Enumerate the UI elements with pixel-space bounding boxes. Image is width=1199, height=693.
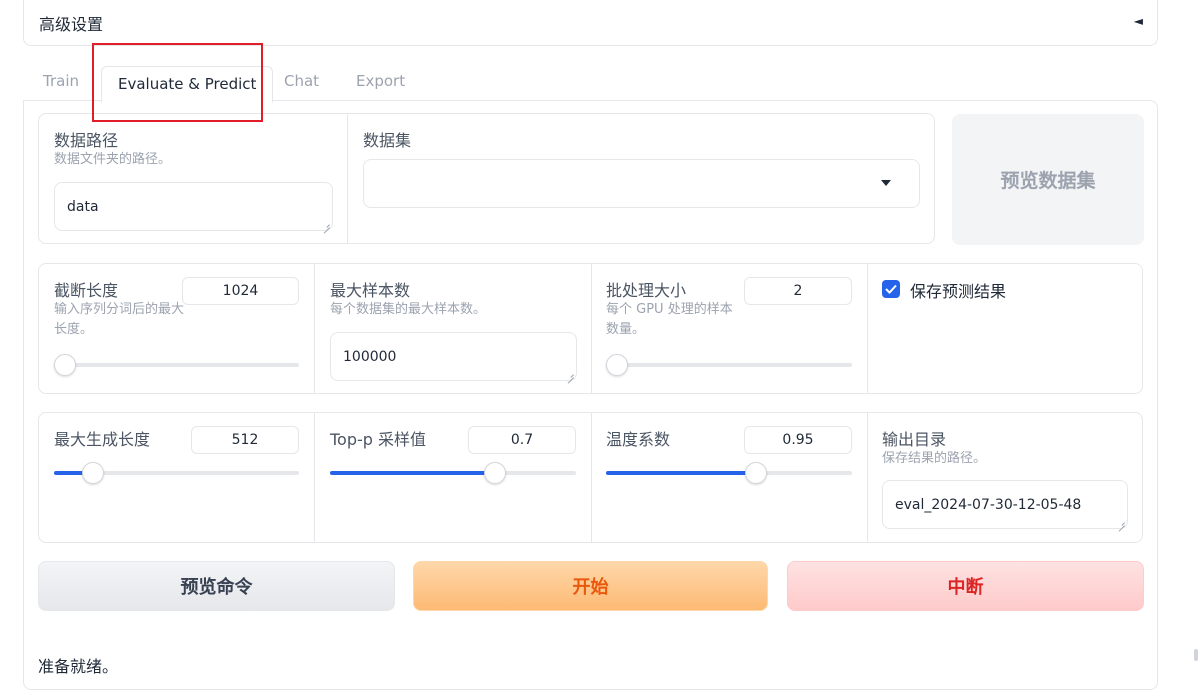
status-text: 准备就绪。 — [38, 657, 119, 676]
top-p-cell: Top-p 采样值 0.7 — [315, 413, 592, 542]
data-path-input[interactable]: data — [54, 182, 333, 231]
cutoff-info: 输入序列分词后的最大长度。 — [54, 302, 185, 337]
tab-train[interactable]: Train — [43, 72, 79, 90]
temperature-cell: 温度系数 0.95 — [592, 413, 868, 542]
tab-bar: Train Evaluate & Predict Chat Export — [23, 62, 1158, 103]
data-path-value: data — [67, 198, 99, 215]
output-dir-info: 保存结果的路径。 — [882, 451, 987, 466]
cutoff-label: 截断长度 — [54, 281, 119, 300]
slider-thumb[interactable] — [745, 462, 768, 484]
resize-handle-icon[interactable] — [1117, 518, 1125, 526]
tab-evaluate-predict[interactable]: Evaluate & Predict — [101, 66, 274, 103]
dataset-cell: 数据集 — [348, 114, 936, 243]
preview-dataset-button[interactable]: 预览数据集 — [952, 114, 1144, 245]
advanced-settings-accordion[interactable]: 高级设置 ◄ — [23, 0, 1158, 46]
resize-handle-icon[interactable] — [322, 220, 330, 228]
top-p-label: Top-p 采样值 — [330, 430, 427, 449]
data-path-info: 数据文件夹的路径。 — [54, 152, 172, 167]
batch-size-cell: 批处理大小 每个 GPU 处理的样本数量。 2 — [592, 264, 868, 393]
top-p-slider[interactable] — [330, 462, 576, 484]
save-predictions-checkbox[interactable] — [882, 280, 900, 298]
abort-button[interactable]: 中断 — [787, 561, 1144, 611]
cutoff-cell: 截断长度 输入序列分词后的最大长度。 1024 — [39, 264, 315, 393]
output-dir-value: eval_2024-07-30-12-05-48 — [895, 496, 1082, 513]
max-new-tokens-label: 最大生成长度 — [54, 430, 151, 449]
output-dir-label: 输出目录 — [882, 430, 947, 449]
max-samples-label: 最大样本数 — [330, 281, 411, 300]
dataset-label: 数据集 — [363, 131, 412, 150]
preview-command-button[interactable]: 预览命令 — [38, 561, 395, 611]
slider-thumb[interactable] — [606, 354, 628, 376]
max-samples-cell: 最大样本数 每个数据集的最大样本数。 100000 — [315, 264, 592, 393]
data-row: 数据路径 数据文件夹的路径。 data 数据集 — [38, 113, 935, 244]
advanced-settings-title: 高级设置 — [39, 15, 104, 34]
batch-size-label: 批处理大小 — [606, 281, 687, 300]
batch-size-number-input[interactable]: 2 — [744, 277, 852, 305]
max-samples-info: 每个数据集的最大样本数。 — [330, 302, 487, 317]
slider-thumb[interactable] — [483, 462, 506, 484]
data-path-cell: 数据路径 数据文件夹的路径。 data — [39, 114, 348, 243]
settings-row-3: 最大生成长度 512 Top-p 采样值 0.7 温度系数 0.95 输出目录 … — [38, 412, 1143, 543]
settings-row-2: 截断长度 输入序列分词后的最大长度。 1024 最大样本数 每个数据集的最大样本… — [38, 263, 1143, 394]
save-predictions-cell: 保存预测结果 — [868, 264, 1144, 393]
checkmark-icon — [885, 284, 897, 294]
top-p-number-input[interactable]: 0.7 — [468, 426, 576, 454]
max-samples-input[interactable]: 100000 — [330, 332, 577, 381]
cutoff-number-input[interactable]: 1024 — [182, 277, 299, 305]
temperature-number-input[interactable]: 0.95 — [744, 426, 852, 454]
save-predictions-label: 保存预测结果 — [910, 282, 1007, 301]
max-samples-value: 100000 — [343, 348, 397, 365]
collapse-arrow-icon[interactable]: ◄ — [1134, 14, 1143, 28]
batch-size-info: 每个 GPU 处理的样本数量。 — [606, 302, 733, 337]
slider-thumb[interactable] — [54, 354, 76, 376]
slider-thumb[interactable] — [82, 462, 105, 484]
data-path-label: 数据路径 — [54, 131, 119, 150]
max-new-tokens-slider[interactable] — [54, 462, 299, 484]
batch-size-slider[interactable] — [606, 354, 852, 376]
tab-export[interactable]: Export — [356, 72, 405, 90]
output-dir-cell: 输出目录 保存结果的路径。 eval_2024-07-30-12-05-48 — [868, 413, 1144, 542]
output-dir-input[interactable]: eval_2024-07-30-12-05-48 — [882, 480, 1128, 529]
max-new-tokens-cell: 最大生成长度 512 — [39, 413, 315, 542]
start-button[interactable]: 开始 — [413, 561, 768, 611]
tab-chat[interactable]: Chat — [284, 72, 319, 90]
max-new-tokens-number-input[interactable]: 512 — [191, 426, 299, 454]
scrollbar-handle[interactable] — [1194, 649, 1198, 661]
temperature-label: 温度系数 — [606, 430, 671, 449]
temperature-slider[interactable] — [606, 462, 852, 484]
dropdown-caret-icon — [881, 180, 891, 186]
cutoff-slider[interactable] — [54, 354, 299, 376]
resize-handle-icon[interactable] — [566, 370, 574, 378]
dataset-dropdown[interactable] — [363, 159, 920, 208]
